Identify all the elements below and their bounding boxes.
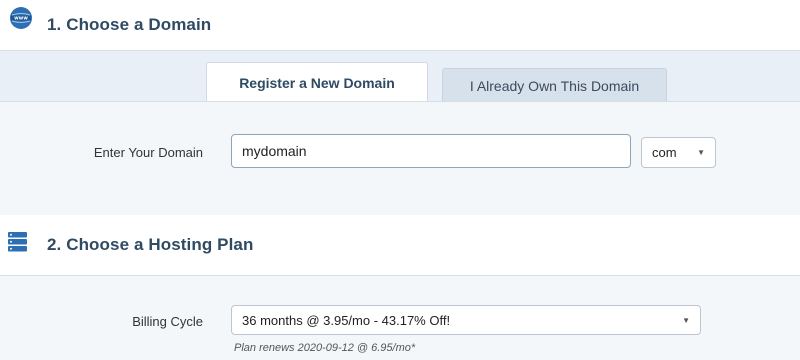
section-title: 2. Choose a Hosting Plan xyxy=(47,235,254,254)
www-globe-icon: www xyxy=(10,7,32,29)
domain-field-label: Enter Your Domain xyxy=(93,145,203,160)
server-stack-icon xyxy=(8,232,27,252)
tld-select[interactable]: com ▼ xyxy=(641,137,716,168)
plan-renewal-note: Plan renews 2020-09-12 @ 6.95/mo* xyxy=(234,342,416,354)
chevron-down-icon: ▼ xyxy=(697,148,705,157)
section-title: 1. Choose a Domain xyxy=(47,15,212,34)
billing-selected-value: 36 months @ 3.95/mo - 43.17% Off! xyxy=(242,312,451,328)
tab-already-own-domain[interactable]: I Already Own This Domain xyxy=(442,68,667,102)
chevron-down-icon: ▼ xyxy=(682,315,690,325)
domain-input[interactable] xyxy=(231,134,631,168)
billing-cycle-label: Billing Cycle xyxy=(132,314,203,329)
svg-text:www: www xyxy=(14,16,28,22)
billing-cycle-select[interactable]: 36 months @ 3.95/mo - 43.17% Off! ▼ xyxy=(231,305,701,335)
tld-selected-value: com xyxy=(652,145,677,160)
tab-register-new-domain[interactable]: Register a New Domain xyxy=(206,62,428,103)
section-domain-header: www 1. Choose a Domain xyxy=(0,0,800,50)
section-hosting-header: 2. Choose a Hosting Plan xyxy=(0,215,800,275)
domain-tabs-bar: Register a New Domain I Already Own This… xyxy=(0,50,800,103)
